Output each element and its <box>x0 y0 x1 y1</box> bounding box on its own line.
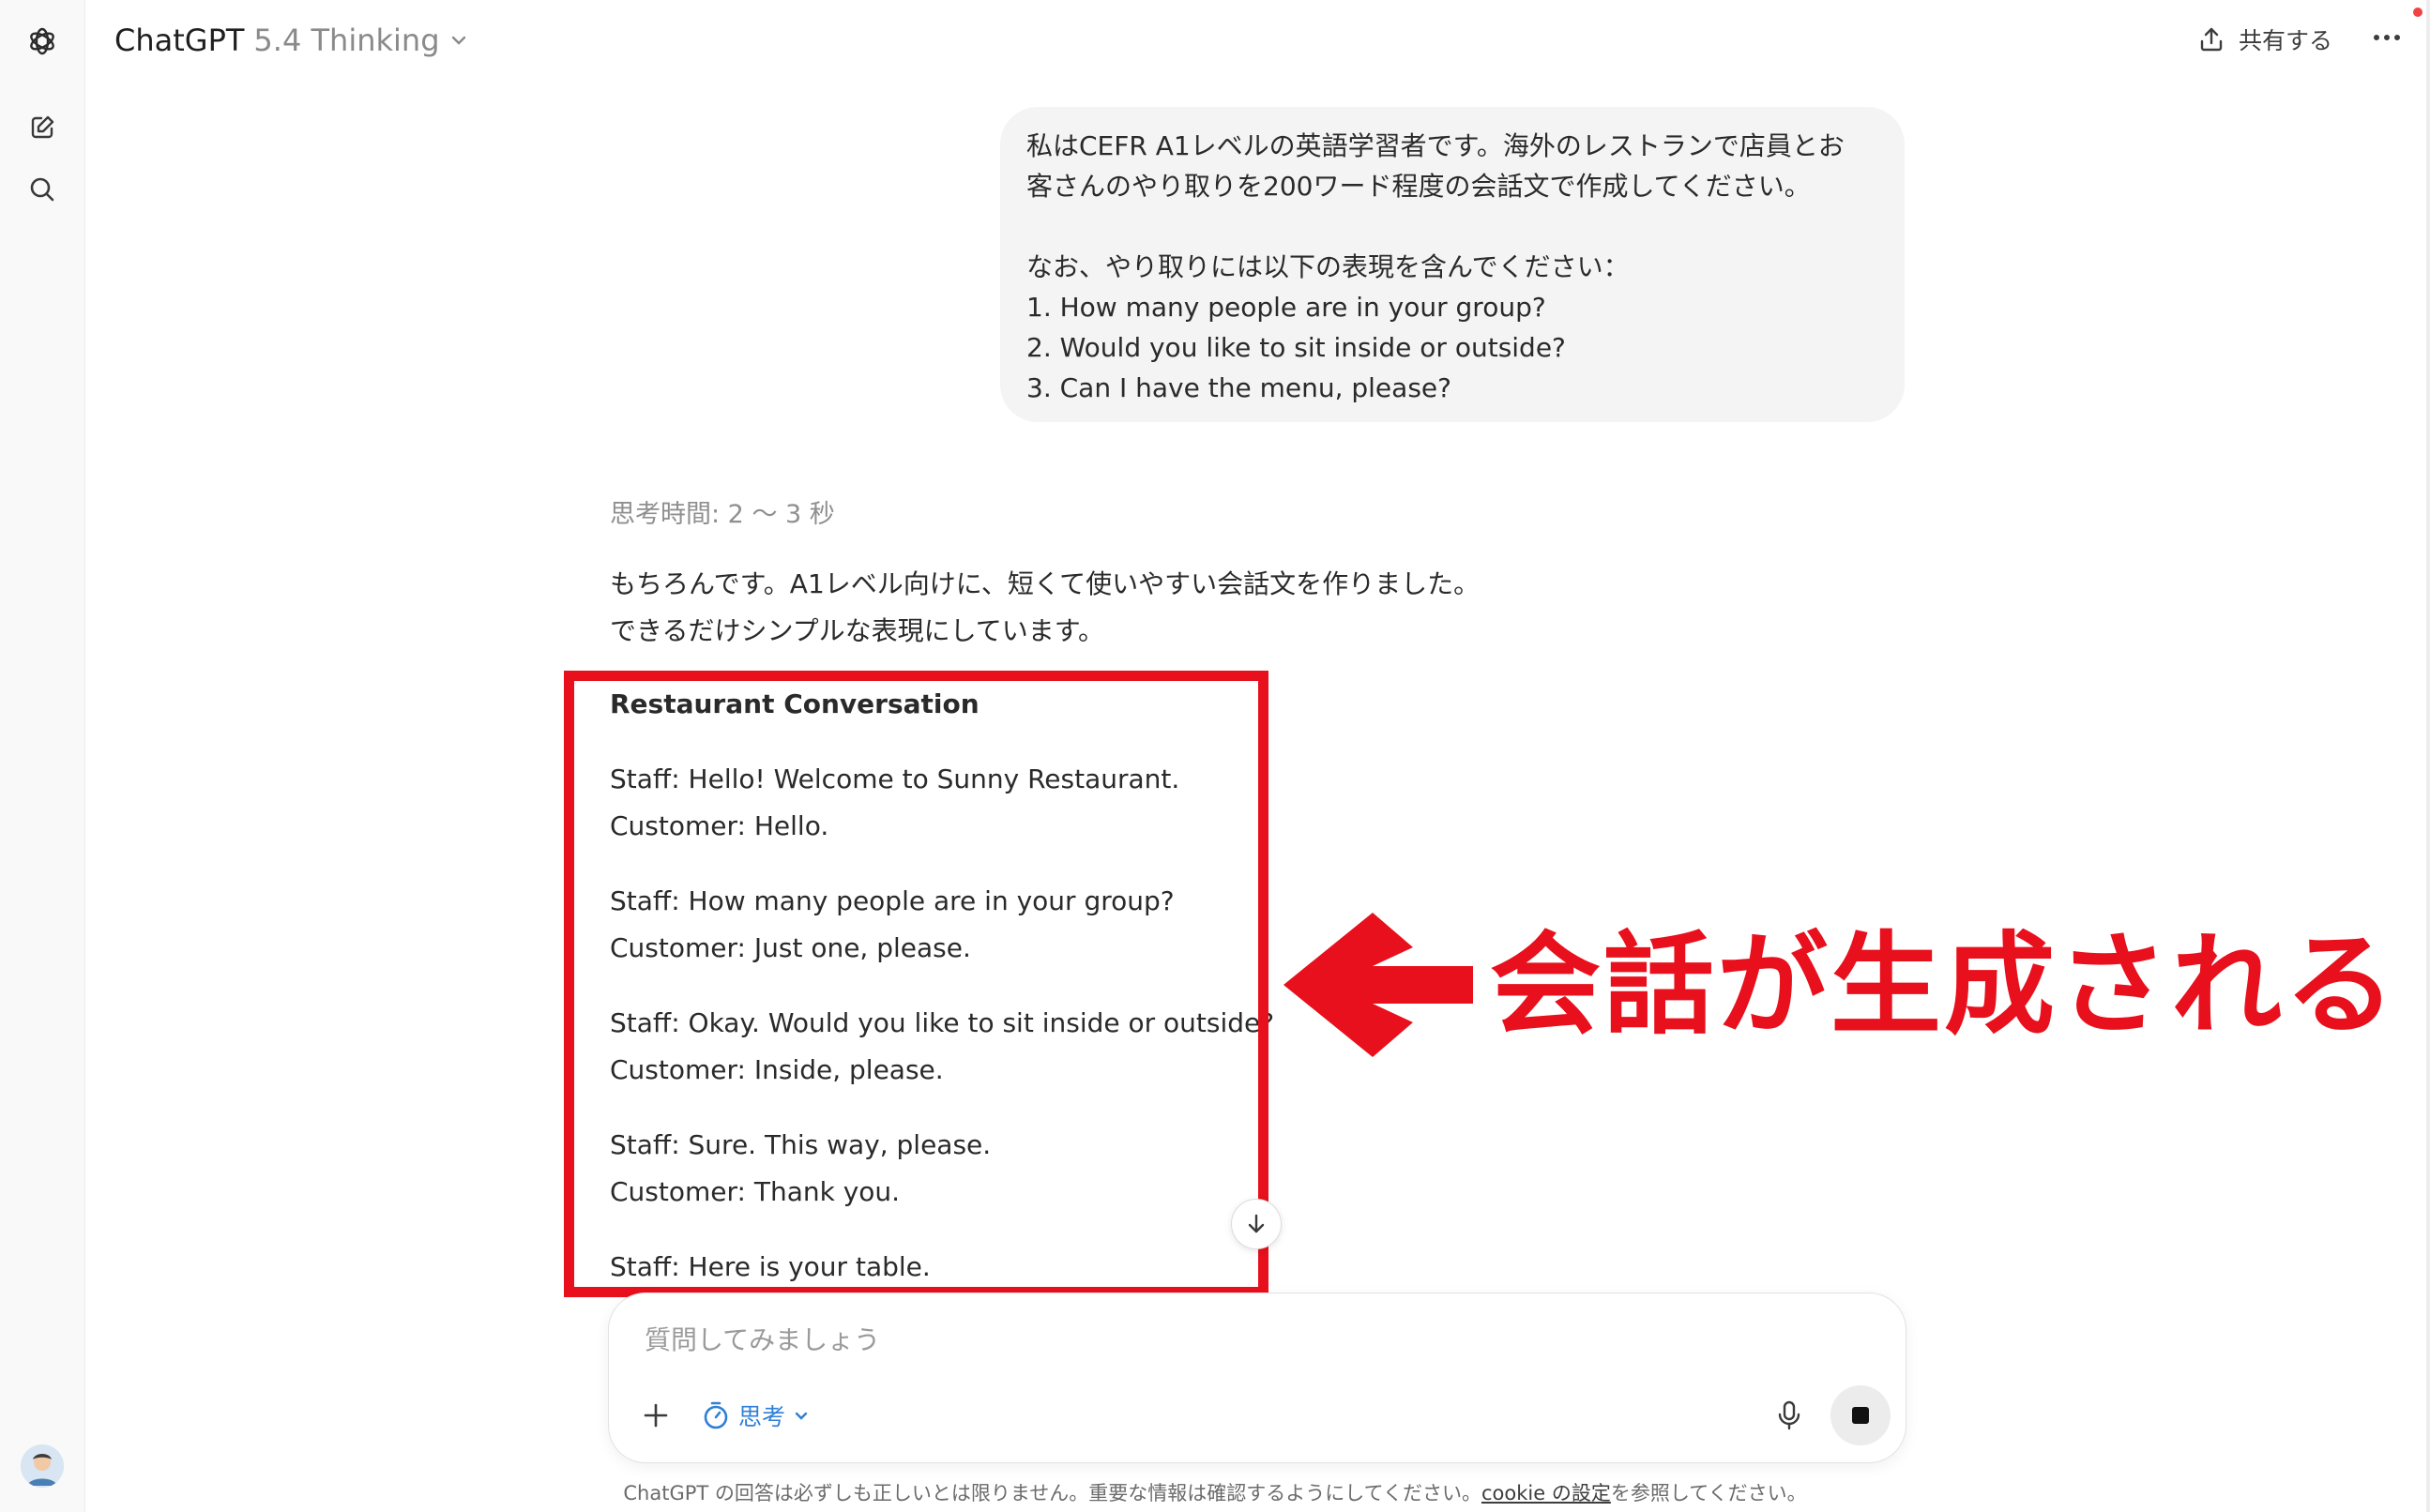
microphone-button[interactable] <box>1769 1395 1810 1436</box>
chatgpt-logo-icon[interactable] <box>23 23 61 60</box>
chevron-down-icon <box>795 1412 808 1420</box>
sidebar <box>0 0 85 1512</box>
composer[interactable]: 質問してみましょう 思考 <box>608 1293 1906 1463</box>
more-options-button[interactable] <box>2368 19 2406 56</box>
assistant-intro-line: もちろんです。A1レベル向けに、短くて使いやすい会話文を作りました。 <box>610 568 1481 599</box>
search-icon[interactable] <box>23 171 61 208</box>
window-edge <box>2426 0 2430 1512</box>
user-message-line: 3. Can I have the menu, please? <box>1026 372 1451 403</box>
prompt-input[interactable]: 質問してみましょう <box>645 1320 880 1357</box>
user-message-line: 客さんのやり取りを200ワード程度の会話文で作成してください。 <box>1026 171 1811 202</box>
cookie-settings-link[interactable]: cookie の設定 <box>1481 1482 1611 1504</box>
timer-icon <box>704 1401 728 1429</box>
thinking-mode-label: 思考 <box>738 1403 786 1430</box>
chevron-down-icon <box>451 36 465 45</box>
new-chat-icon[interactable] <box>23 109 61 146</box>
share-icon <box>2200 27 2223 52</box>
disclaimer-text-end: を参照してください。 <box>1610 1482 1807 1504</box>
thinking-mode-button[interactable]: 思考 <box>701 1397 810 1434</box>
annotation-text: 会話が生成される <box>1490 920 2399 1050</box>
scroll-to-bottom-button[interactable] <box>1231 1199 1282 1249</box>
more-icon <box>2374 35 2400 40</box>
user-message-line: 1. How many people are in your group? <box>1026 292 1546 323</box>
disclaimer-footer: ChatGPT の回答は必ずしも正しいとは限りません。重要な情報は確認するように… <box>0 1478 2430 1506</box>
disclaimer-text: ChatGPT の回答は必ずしも正しいとは限りません。重要な情報は確認するように… <box>623 1482 1482 1504</box>
share-button[interactable]: 共有する <box>2197 23 2332 56</box>
app-name: ChatGPT <box>114 23 245 58</box>
user-message-line: なお、やり取りには以下の表現を含んでください： <box>1026 251 1630 282</box>
notification-dot <box>2413 8 2422 17</box>
user-message-line: 私はCEFR A1レベルの英語学習者です。海外のレストランで店員とお <box>1026 130 1845 161</box>
arrow-down-icon <box>1248 1214 1265 1233</box>
user-message: 私はCEFR A1レベルの英語学習者です。海外のレストランで店員とお 客さんのや… <box>1000 107 1905 422</box>
stop-generation-button[interactable] <box>1830 1385 1891 1445</box>
user-message-line: 2. Would you like to sit inside or outsi… <box>1026 332 1566 363</box>
thinking-time-toggle[interactable]: 思考時間: 2 〜 3 秒 <box>610 493 835 530</box>
model-selector[interactable]: ChatGPT 5.4 Thinking <box>114 23 468 58</box>
microphone-icon <box>1778 1400 1800 1430</box>
stop-icon <box>1852 1407 1869 1424</box>
share-label: 共有する <box>2239 27 2333 54</box>
model-name: 5.4 Thinking <box>253 23 440 58</box>
plus-icon <box>644 1403 668 1428</box>
assistant-intro: もちろんです。A1レベル向けに、短くて使いやすい会話文を作りました。 できるだけ… <box>610 561 1480 655</box>
highlight-box <box>564 671 1268 1297</box>
assistant-intro-line: できるだけシンプルな表現にしています。 <box>610 615 1104 646</box>
add-attachment-button[interactable] <box>637 1397 675 1434</box>
